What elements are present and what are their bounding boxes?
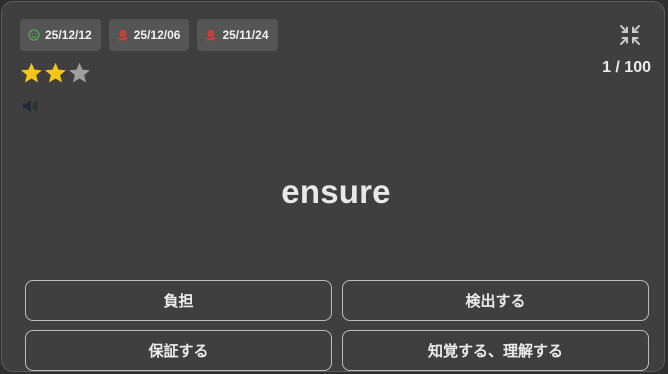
star-empty-icon — [69, 62, 90, 83]
star-filled-icon — [21, 62, 42, 83]
skull-icon — [117, 29, 129, 41]
flashcard-word: ensure — [281, 173, 391, 210]
collapse-icon[interactable] — [619, 24, 641, 51]
answer-choice[interactable]: 負担 — [25, 280, 332, 321]
star-filled-icon — [45, 62, 66, 83]
smile-icon — [28, 29, 40, 41]
answer-choice[interactable]: 知覚する、理解する — [342, 330, 649, 371]
review-badge-fail: 25/12/06 — [108, 19, 190, 51]
answer-choice[interactable]: 保証する — [25, 330, 332, 371]
review-date: 25/11/24 — [222, 28, 269, 42]
speaker-icon[interactable] — [22, 98, 40, 119]
flashcard: 25/12/12 25/12/06 25/11/24 1 / 100 ensur… — [1, 1, 665, 372]
answer-choice[interactable]: 検出する — [342, 280, 649, 321]
review-badge-fail: 25/11/24 — [197, 19, 278, 51]
card-counter: 1 / 100 — [602, 59, 651, 76]
review-date: 25/12/06 — [133, 28, 181, 42]
review-date: 25/12/12 — [45, 28, 92, 42]
review-badge-success: 25/12/12 — [20, 19, 101, 51]
skull-icon — [205, 29, 217, 41]
rating-stars — [20, 62, 91, 84]
review-history: 25/12/12 25/12/06 25/11/24 — [20, 19, 278, 51]
